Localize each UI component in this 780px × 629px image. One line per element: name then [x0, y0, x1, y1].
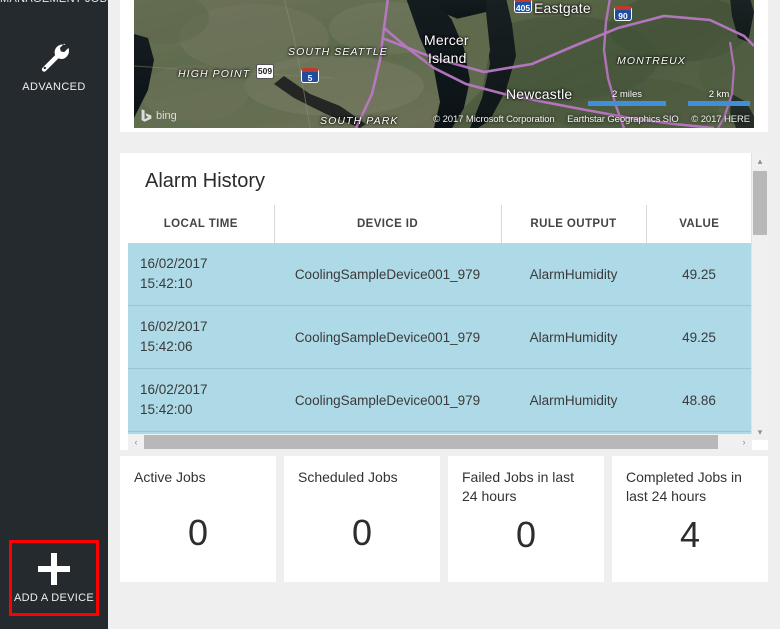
cell-rule-output: AlarmHumidity — [501, 243, 646, 306]
wrench-icon — [34, 37, 74, 77]
cell-device-id: CoolingSampleDevice001_979 — [274, 368, 501, 432]
alarm-history-table: LOCAL TIME DEVICE ID RULE OUTPUT VALUE 1… — [128, 205, 752, 445]
alarm-history-card: Alarm History LOCAL TIME DEVICE ID RULE … — [120, 153, 768, 450]
map-scale-miles-label: 2 miles — [611, 89, 643, 100]
cell-value: 49.25 — [646, 243, 752, 306]
cell-local-time: 16/02/2017 15:42:10 — [128, 243, 274, 306]
cell-date: 16/02/2017 — [140, 382, 208, 397]
cell-device-id: CoolingSampleDevice001_979 — [274, 305, 501, 369]
map-scale-miles: 2 miles — [588, 89, 666, 106]
main-content: HIGH POINT SOUTH SEATTLE SOUTH PARK MONT… — [108, 0, 780, 629]
route-shield-i405: 405 — [514, 0, 532, 13]
kpi-label: Scheduled Jobs — [298, 469, 398, 485]
kpi-tiles: Active Jobs 0 Scheduled Jobs 0 Failed Jo… — [120, 456, 768, 582]
map-attribution: © 2017 Microsoft Corporation Earthstar G… — [423, 114, 750, 125]
kpi-label: Failed Jobs in last 24 hours — [462, 469, 575, 504]
route-shield-509: 509 — [256, 64, 274, 79]
table-row[interactable]: 16/02/2017 15:42:10 CoolingSampleDevice0… — [128, 243, 752, 306]
device-map-card: HIGH POINT SOUTH SEATTLE SOUTH PARK MONT… — [120, 0, 768, 132]
kpi-label: Active Jobs — [134, 469, 206, 485]
map-scale-miles-bar — [588, 101, 666, 106]
plus-icon — [38, 552, 70, 585]
column-header-value[interactable]: VALUE — [646, 205, 752, 243]
route-shield-i90: 90 — [614, 6, 632, 21]
sidebar-item-advanced-label: ADVANCED — [22, 81, 86, 93]
kpi-tile-active-jobs: Active Jobs 0 — [120, 456, 276, 582]
scroll-right-icon[interactable]: › — [736, 434, 752, 450]
map-imagery — [134, 0, 754, 128]
cell-date: 16/02/2017 — [140, 256, 208, 271]
cell-time: 15:42:10 — [140, 276, 193, 291]
table-vertical-scrollbar[interactable]: ▴ ▾ — [751, 153, 768, 440]
table-horizontal-scrollbar[interactable]: ‹ › — [128, 434, 752, 450]
cell-rule-output: AlarmHumidity — [501, 305, 646, 369]
column-header-device-id[interactable]: DEVICE ID — [274, 205, 502, 243]
route-shield-i5: 5 — [301, 68, 319, 83]
cell-value: 49.25 — [646, 305, 752, 369]
map-scale-km: 2 km — [688, 89, 750, 106]
column-header-local-time[interactable]: LOCAL TIME — [128, 205, 275, 243]
map-attribution-microsoft: © 2017 Microsoft Corporation — [433, 114, 555, 125]
cell-local-time: 16/02/2017 15:42:00 — [128, 368, 274, 432]
alarm-history-title: Alarm History — [145, 170, 266, 192]
scroll-down-icon[interactable]: ▾ — [752, 424, 768, 440]
sidebar-item-add-a-device-label: ADD A DEVICE — [13, 591, 94, 604]
map-scale-km-label: 2 km — [708, 89, 730, 100]
sidebar: MANAGEMENT JOBS ADVANCED ADD A DEVICE — [0, 0, 108, 629]
cell-date: 16/02/2017 — [140, 319, 208, 334]
kpi-value: 4 — [679, 514, 701, 555]
sidebar-item-advanced[interactable]: ADVANCED — [0, 30, 108, 100]
cell-value: 48.86 — [646, 368, 752, 432]
map-attribution-earthstar: Earthstar Geographics SIO — [567, 114, 679, 125]
alarm-history-table-viewport: LOCAL TIME DEVICE ID RULE OUTPUT VALUE 1… — [128, 205, 752, 445]
kpi-value: 0 — [515, 514, 537, 555]
kpi-tile-completed-jobs-24h: Completed Jobs in last 24 hours 4 — [612, 456, 768, 582]
map-attribution-here: © 2017 HERE — [691, 114, 750, 125]
cell-rule-output: AlarmHumidity — [501, 368, 646, 432]
table-row[interactable]: 16/02/2017 15:42:00 CoolingSampleDevice0… — [128, 368, 752, 432]
table-row[interactable]: 16/02/2017 15:42:06 CoolingSampleDevice0… — [128, 305, 752, 369]
kpi-tile-scheduled-jobs: Scheduled Jobs 0 — [284, 456, 440, 582]
kpi-tile-failed-jobs-24h: Failed Jobs in last 24 hours 0 — [448, 456, 604, 582]
map-scale-km-bar — [688, 101, 750, 106]
cell-time: 15:42:00 — [140, 402, 193, 417]
horizontal-scroll-thumb[interactable] — [144, 435, 718, 449]
sidebar-section-title: MANAGEMENT JOBS — [0, 0, 108, 11]
kpi-value: 0 — [351, 512, 373, 553]
cell-local-time: 16/02/2017 15:42:06 — [128, 305, 274, 369]
scroll-left-icon[interactable]: ‹ — [128, 434, 144, 450]
bing-map[interactable]: HIGH POINT SOUTH SEATTLE SOUTH PARK MONT… — [134, 0, 754, 128]
sidebar-item-add-a-device[interactable]: ADD A DEVICE — [9, 540, 99, 616]
scroll-up-icon[interactable]: ▴ — [752, 153, 768, 169]
column-header-rule-output[interactable]: RULE OUTPUT — [501, 205, 647, 243]
cell-device-id: CoolingSampleDevice001_979 — [274, 243, 501, 306]
kpi-label: Completed Jobs in last 24 hours — [626, 469, 742, 504]
table-header-row: LOCAL TIME DEVICE ID RULE OUTPUT VALUE — [128, 205, 752, 243]
vertical-scroll-thumb[interactable] — [753, 171, 767, 235]
cell-time: 15:42:06 — [140, 339, 193, 354]
kpi-value: 0 — [187, 512, 209, 553]
dashboard-page: MANAGEMENT JOBS ADVANCED ADD A DEVICE — [0, 0, 780, 629]
